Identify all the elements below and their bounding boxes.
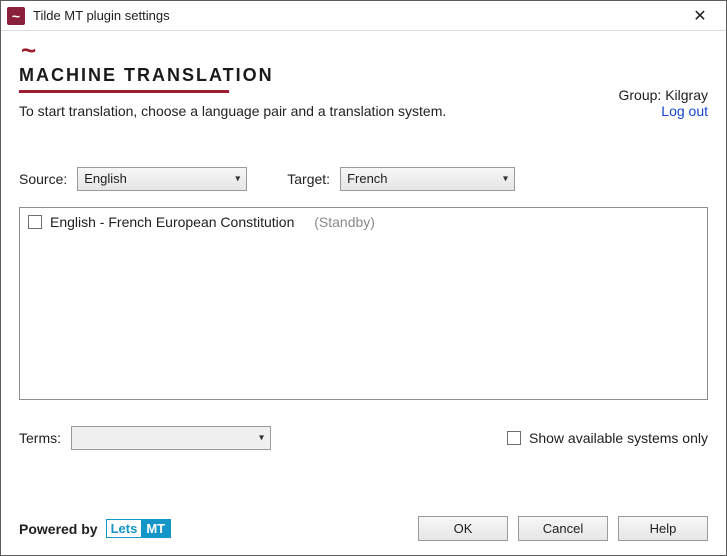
terms-select[interactable]: ▾ <box>71 426 271 450</box>
app-icon: ~ <box>7 7 25 25</box>
brand-block: ~ MACHINE TRANSLATION To start translati… <box>19 43 446 119</box>
cancel-button[interactable]: Cancel <box>518 516 608 541</box>
window-title: Tilde MT plugin settings <box>33 8 680 23</box>
dialog-window: ~ Tilde MT plugin settings ✕ ~ MACHINE T… <box>0 0 727 556</box>
system-name: English - French European Constitution <box>50 214 294 230</box>
letsmt-logo-icon: Lets MT <box>106 519 172 538</box>
group-value: Kilgray <box>665 87 708 103</box>
terms-row: Terms: ▾ Show available systems only <box>19 426 708 450</box>
chevron-down-icon: ▾ <box>503 173 508 184</box>
help-button[interactable]: Help <box>618 516 708 541</box>
content-area: ~ MACHINE TRANSLATION To start translati… <box>1 31 726 555</box>
target-label: Target: <box>287 171 330 187</box>
powered-by: Powered by Lets MT <box>19 519 171 538</box>
brand-underline <box>19 90 229 93</box>
systems-listbox[interactable]: English - French European Constitution (… <box>19 207 708 400</box>
header-row: ~ MACHINE TRANSLATION To start translati… <box>19 43 708 119</box>
footer: Powered by Lets MT OK Cancel Help <box>19 498 708 541</box>
source-label: Source: <box>19 171 67 187</box>
source-language-select[interactable]: English ▾ <box>77 167 247 191</box>
chevron-down-icon: ▾ <box>259 432 264 443</box>
logout-link[interactable]: Log out <box>619 103 709 119</box>
intro-text: To start translation, choose a language … <box>19 103 446 119</box>
target-language-value: French <box>347 171 387 186</box>
source-language-value: English <box>84 171 127 186</box>
brand-heading: MACHINE TRANSLATION <box>19 65 446 86</box>
group-label: Group: <box>619 87 662 103</box>
list-item[interactable]: English - French European Constitution (… <box>28 214 699 230</box>
show-available-checkbox[interactable] <box>507 431 521 445</box>
ok-button[interactable]: OK <box>418 516 508 541</box>
show-available-toggle[interactable]: Show available systems only <box>507 430 708 446</box>
close-icon[interactable]: ✕ <box>680 2 720 30</box>
titlebar: ~ Tilde MT plugin settings ✕ <box>1 1 726 31</box>
button-bar: OK Cancel Help <box>418 516 708 541</box>
terms-label: Terms: <box>19 430 61 446</box>
target-language-select[interactable]: French ▾ <box>340 167 515 191</box>
show-available-label: Show available systems only <box>529 430 708 446</box>
language-row: Source: English ▾ Target: French ▾ <box>19 167 708 191</box>
chevron-down-icon: ▾ <box>235 173 240 184</box>
powered-by-label: Powered by <box>19 521 98 537</box>
system-checkbox[interactable] <box>28 215 42 229</box>
system-status: (Standby) <box>314 214 375 230</box>
tilde-logo-icon: ~ <box>21 43 446 59</box>
group-block: Group: Kilgray Log out <box>619 87 709 119</box>
